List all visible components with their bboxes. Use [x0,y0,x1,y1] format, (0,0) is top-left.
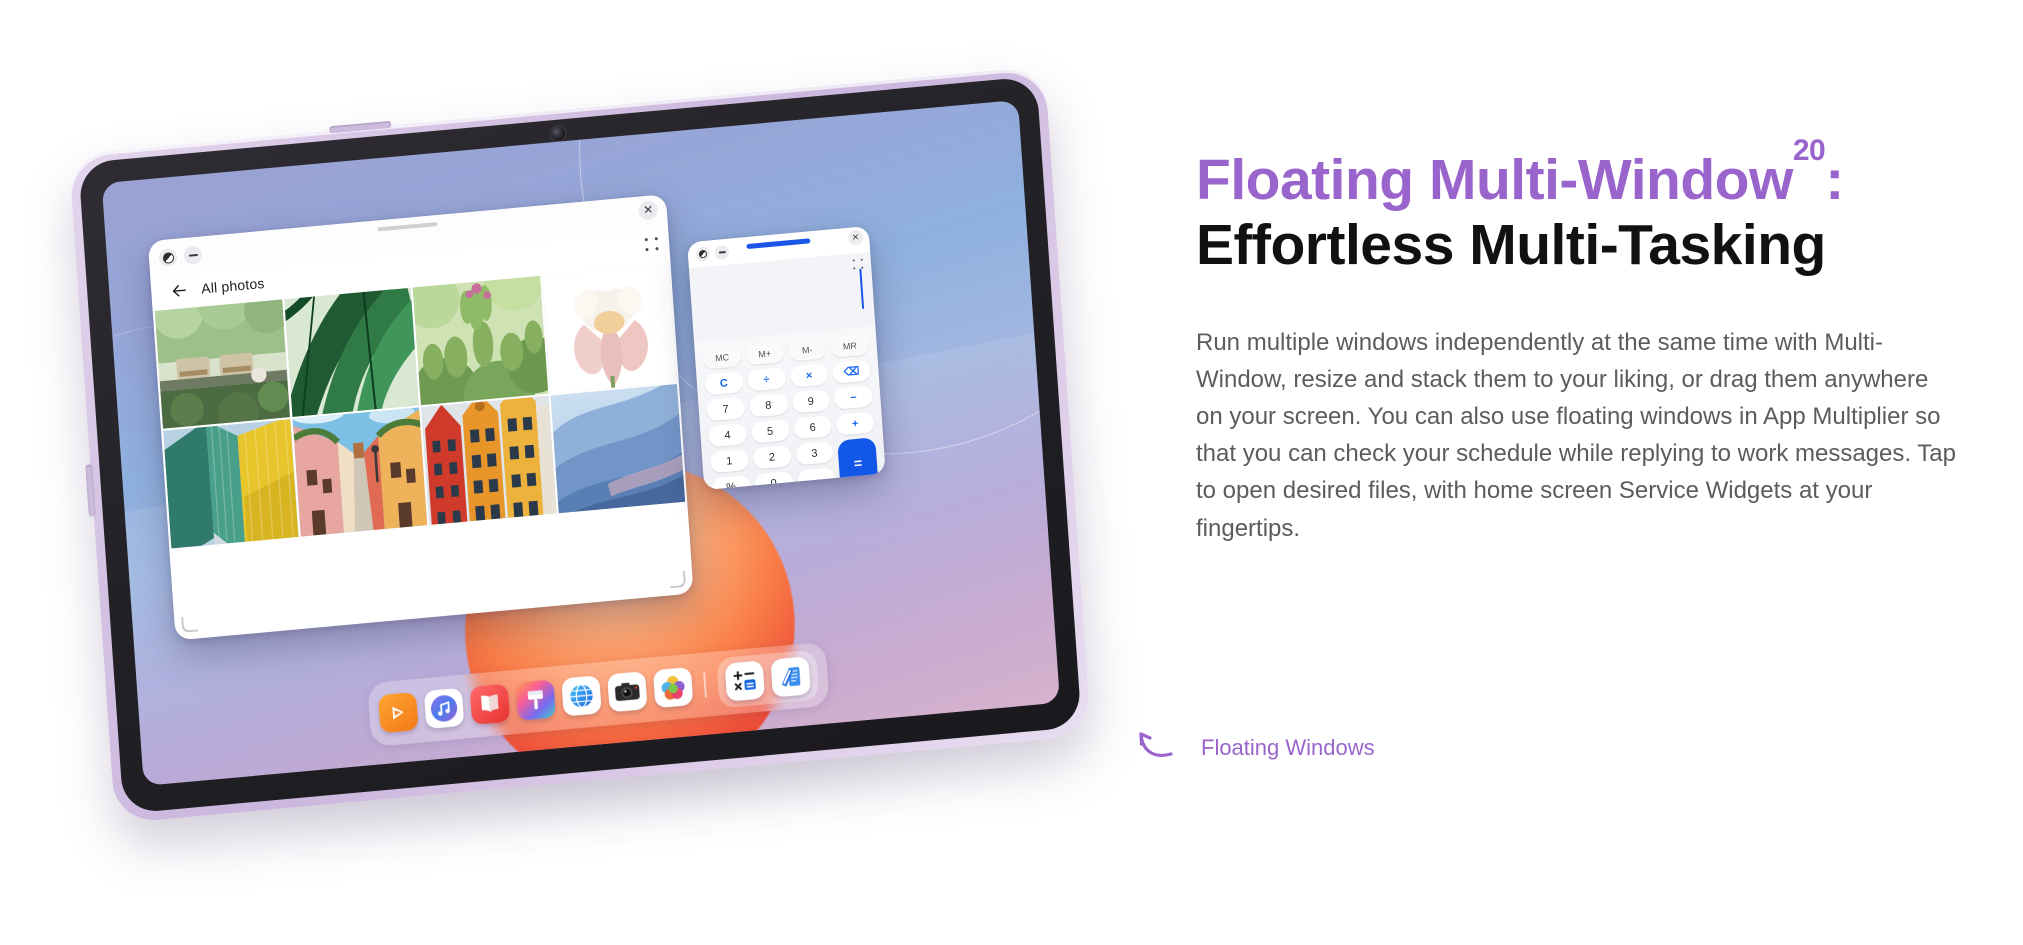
resize-handle-bottom-left[interactable] [181,615,199,633]
calculator-keypad: MC M+ M- MR C ÷ × ⌫ 7 8 9 − 4 5 6 + 1 2 … [694,325,886,490]
video-app-icon[interactable] [378,691,419,734]
tablet-frame: ✕ All photos ✕ MC M+ M- MR C ÷ × ⌫ 7 8 9… [68,66,1092,824]
photo-blue-mountains[interactable] [549,383,686,514]
calc-key-mr[interactable]: MR [830,333,870,358]
calculator-caret [859,268,865,309]
page-title-line2: Effortless Multi-Tasking [1196,213,1826,278]
headline-primary-text: Floating Multi-Window [1196,148,1793,212]
tablet-device: ✕ All photos ✕ MC M+ M- MR C ÷ × ⌫ 7 8 9… [68,66,1092,824]
calc-key-minus[interactable]: − [833,385,873,410]
caption-label: Floating Windows [1201,735,1375,760]
calc-key-mminus[interactable]: M- [787,337,827,362]
back-arrow-icon[interactable] [169,280,190,302]
calculator-floating-window[interactable]: ✕ MC M+ M- MR C ÷ × ⌫ 7 8 9 − 4 5 6 + 1 … [687,225,886,490]
dock-service-widgets [716,649,820,709]
calc-key-5[interactable]: 5 [750,419,790,444]
front-camera-icon [550,126,566,142]
photo-white-iris[interactable] [541,264,677,394]
browser-app-icon[interactable] [561,675,602,717]
split-screen-icon[interactable] [158,247,178,268]
floating-windows-caption: Floating Windows [1135,728,1375,768]
curved-arrow-up-left-icon [1135,728,1179,768]
photo-succulents[interactable] [412,275,548,406]
calc-key-plus[interactable]: + [835,411,875,436]
page-title-line1: Floating Multi-Window20: [1196,135,1966,212]
device-stage: ✕ All photos ✕ MC M+ M- MR C ÷ × ⌫ 7 8 9… [60,66,1160,870]
photo-grid [153,264,687,549]
paint-app-icon[interactable] [515,679,556,721]
gallery-app-icon[interactable] [652,666,694,709]
photo-garden-patio[interactable] [154,299,290,429]
window-drag-handle[interactable] [377,222,438,232]
calc-key-8[interactable]: 8 [748,393,788,418]
close-icon[interactable]: ✕ [847,229,864,246]
calculator-widget-icon[interactable] [724,660,766,702]
footnote-marker: 20 [1792,134,1826,168]
photo-gabled-houses[interactable] [421,395,557,525]
dock-divider [703,671,707,698]
power-button[interactable] [329,120,392,134]
calc-key-mplus[interactable]: M+ [745,341,785,366]
photos-page-title: All photos [200,274,266,297]
close-icon[interactable]: ✕ [638,200,659,221]
calc-key-clear[interactable]: C [704,371,744,396]
calc-key-6[interactable]: 6 [793,415,833,440]
drag-dots-icon[interactable] [644,237,659,252]
volume-button[interactable] [85,464,96,517]
calc-key-2[interactable]: 2 [752,444,792,470]
body-paragraph: Run multiple windows independently at th… [1196,328,1956,542]
split-screen-icon[interactable] [695,246,711,262]
window-drag-handle[interactable] [746,238,811,250]
calc-key-multiply[interactable]: × [789,363,829,388]
calc-key-4[interactable]: 4 [707,422,748,448]
photo-colorful-street[interactable] [292,407,428,537]
calc-key-backspace[interactable]: ⌫ [832,359,872,384]
camera-app-icon[interactable] [607,671,648,713]
headline-colon: : [1825,148,1844,212]
tablet-screen: ✕ All photos ✕ MC M+ M- MR C ÷ × ⌫ 7 8 9… [101,99,1061,786]
notes-widget-icon[interactable] [770,656,811,698]
photo-geometric-shapes[interactable] [163,419,299,549]
photo-green-leaves[interactable] [283,287,419,417]
page-root: ✕ All photos ✕ MC M+ M- MR C ÷ × ⌫ 7 8 9… [0,0,2023,945]
tablet-bezel: ✕ All photos ✕ MC M+ M- MR C ÷ × ⌫ 7 8 9… [78,76,1082,814]
music-app-icon[interactable] [423,687,465,730]
calc-key-divide[interactable]: ÷ [746,367,786,392]
photos-floating-window[interactable]: ✕ All photos [147,194,694,641]
calc-key-7[interactable]: 7 [706,396,746,422]
copy-column: Floating Multi-Window20: Effortless Mult… [1196,135,1966,547]
books-app-icon[interactable] [469,683,511,725]
calc-key-9[interactable]: 9 [791,389,831,414]
minimize-icon[interactable] [183,245,203,266]
drag-dots-icon[interactable] [852,258,864,270]
calc-key-3[interactable]: 3 [794,441,835,466]
calc-key-mc[interactable]: MC [702,345,742,370]
minimize-icon[interactable] [714,244,730,260]
resize-handle-bottom-right[interactable] [669,571,687,589]
calc-key-1[interactable]: 1 [709,448,749,474]
